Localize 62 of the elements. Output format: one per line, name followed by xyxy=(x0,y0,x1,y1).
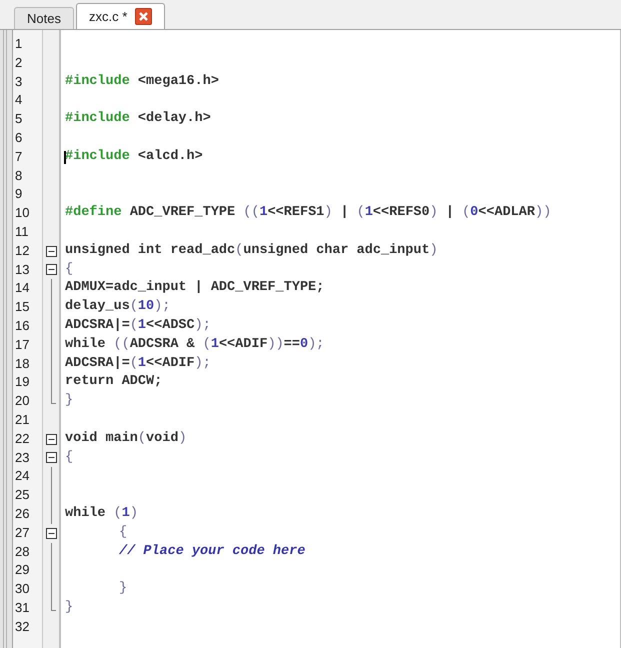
line-number: 22 xyxy=(15,430,30,446)
collapse-icon[interactable] xyxy=(46,264,56,276)
line-number: 18 xyxy=(15,356,30,371)
code-line: unsigned int read_adc(unsigned char adc_input) xyxy=(65,242,438,258)
line-number: 15 xyxy=(15,299,30,314)
line-number: 9 xyxy=(15,186,22,202)
code-line: { xyxy=(65,262,74,277)
code-line: } xyxy=(119,581,128,596)
line-number: 32 xyxy=(15,618,30,634)
code-line: { xyxy=(119,524,128,540)
collapse-icon[interactable] xyxy=(46,528,56,539)
collapse-icon[interactable] xyxy=(46,434,56,445)
code-line: ADCSRA|=(1<<ADSC); xyxy=(65,318,211,333)
code-line: void main(void) xyxy=(65,430,187,446)
line-number: 25 xyxy=(15,487,30,502)
close-icon[interactable] xyxy=(135,8,152,25)
line-number: 19 xyxy=(15,374,30,390)
code-line: // Place your code here xyxy=(119,544,306,559)
line-number: 6 xyxy=(15,130,22,145)
collapse-icon[interactable] xyxy=(46,246,56,257)
code-editor[interactable] xyxy=(61,30,621,648)
line-number: 12 xyxy=(15,242,30,258)
line-number: 26 xyxy=(15,506,30,521)
line-number: 14 xyxy=(15,280,30,296)
text-cursor xyxy=(64,150,66,164)
tab[interactable]: zxc.c * xyxy=(76,3,166,29)
line-number: 28 xyxy=(15,544,30,559)
line-number: 31 xyxy=(15,600,30,615)
line-number: 3 xyxy=(15,74,22,89)
code-line: #include <mega16.h> xyxy=(65,74,219,89)
line-number: 30 xyxy=(15,581,30,596)
code-line: #define ADC_VREF_TYPE ((1<<REFS1) | (1<<REFS0) | (0<<ADLAR)) xyxy=(65,205,552,220)
code-line: ADCSRA|=(1<<ADIF); xyxy=(65,356,211,371)
code-line: { xyxy=(65,450,74,465)
code-line: } xyxy=(65,393,74,408)
line-number: 24 xyxy=(15,468,30,484)
line-number: 11 xyxy=(15,224,28,239)
code-line: return ADCW; xyxy=(65,374,162,390)
line-number: 4 xyxy=(15,92,22,108)
line-number: 21 xyxy=(15,412,30,427)
line-number: 27 xyxy=(15,524,30,540)
code-line: ADMUX=adc_input | ADC_VREF_TYPE; xyxy=(65,280,324,296)
code-line: } xyxy=(65,600,74,615)
line-number: 1 xyxy=(15,36,22,51)
code-line: #include <alcd.h> xyxy=(65,148,203,164)
line-number: 13 xyxy=(15,262,30,277)
line-number: 17 xyxy=(15,336,30,352)
line-number: 2 xyxy=(15,54,22,70)
code-line: while ((ADCSRA & (1<<ADIF))==0); xyxy=(65,336,324,352)
code-line: while (1) xyxy=(65,506,138,521)
line-number: 5 xyxy=(15,111,22,126)
collapse-icon[interactable] xyxy=(46,452,56,464)
line-number: 8 xyxy=(15,168,22,183)
line-number: 23 xyxy=(15,450,30,465)
code-line: delay_us(10); xyxy=(65,299,170,314)
line-number: 16 xyxy=(15,318,30,333)
line-number: 7 xyxy=(15,148,22,164)
line-number: 10 xyxy=(15,205,30,220)
code-line: #include <delay.h> xyxy=(65,111,211,126)
tab[interactable]: Notes xyxy=(14,7,74,29)
line-number: 29 xyxy=(15,562,30,578)
line-number: 20 xyxy=(15,393,30,408)
